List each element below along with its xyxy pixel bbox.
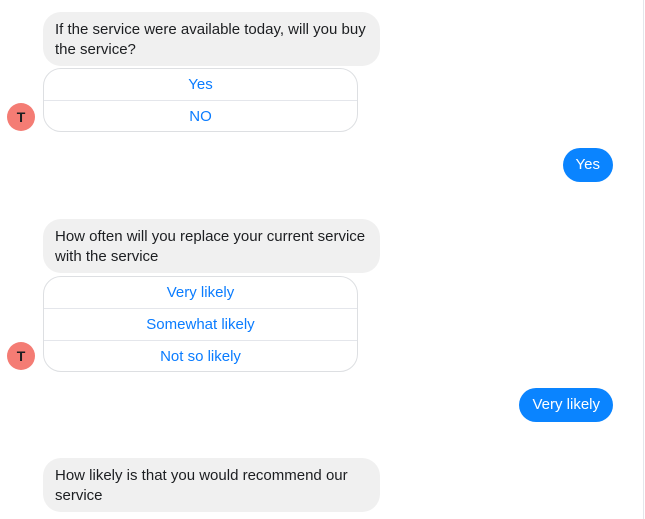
quick-reply-yes[interactable]: Yes [44,69,357,100]
user-message-2: Very likely [519,388,613,422]
conversation-scroll-edge [643,0,644,519]
bot-message-1: If the service were available today, wil… [43,12,380,66]
bot-avatar: T [7,342,35,370]
quick-reply-no[interactable]: NO [44,100,357,131]
quick-reply-very-likely[interactable]: Very likely [44,277,357,308]
quick-reply-not-so-likely[interactable]: Not so likely [44,340,357,371]
user-message-1: Yes [562,148,613,182]
quick-replies-1: Yes NO [43,68,358,132]
bot-avatar: T [7,103,35,131]
quick-reply-somewhat-likely[interactable]: Somewhat likely [44,308,357,340]
bot-message-2: How often will you replace your current … [43,219,380,273]
bot-message-3: How likely is that you would recommend o… [43,458,380,512]
quick-replies-2: Very likely Somewhat likely Not so likel… [43,276,358,372]
